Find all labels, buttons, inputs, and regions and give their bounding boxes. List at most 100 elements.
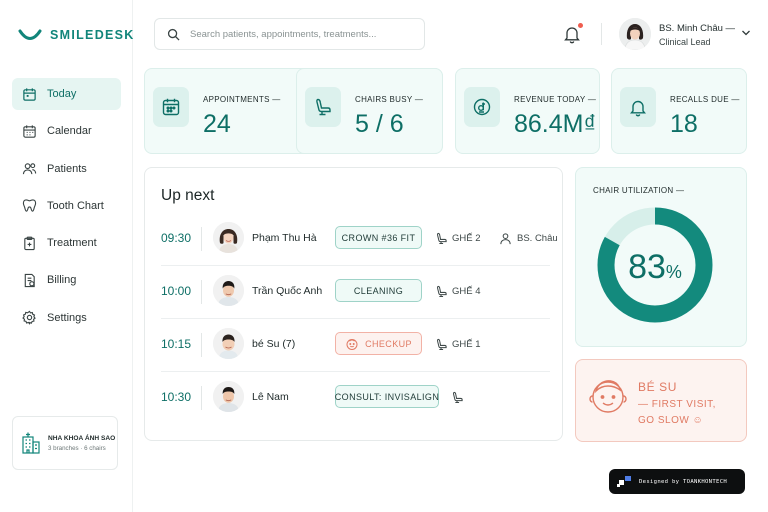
chair-utilization-card[interactable]: CHAIR UTILIZATION — 83%	[575, 167, 747, 347]
sidebar-item-label: Treatment	[47, 237, 97, 250]
man-portrait-icon	[213, 381, 244, 412]
dong-coin-icon	[473, 98, 491, 116]
chair-assignment: GHẾ 4	[435, 285, 481, 298]
sidebar-item-label: Billing	[47, 274, 77, 287]
stat-label: CHAIRS BUSY —	[355, 95, 424, 104]
dental-chair-icon	[437, 338, 447, 351]
treatment-tag[interactable]: CONSULT: INVISALIGN	[335, 385, 439, 408]
chevron-down-icon[interactable]	[741, 29, 751, 37]
user-name: BS. Minh Châu —	[659, 23, 736, 34]
treatment-tag[interactable]: CLEANING	[335, 279, 422, 302]
stat-card-recalls[interactable]: RECALLS DUE — 18	[611, 68, 747, 154]
sidebar-item-today[interactable]: Today	[12, 78, 121, 110]
brand-name: SMILEDESK	[50, 28, 135, 42]
brand-logo[interactable]: SMILEDESK	[18, 28, 135, 42]
patient-name: Trần Quốc Anh	[252, 285, 323, 297]
billing-icon	[24, 273, 35, 288]
sidebar-item-label: Patients	[47, 162, 87, 175]
sidebar-item-patients[interactable]: Patients	[12, 153, 121, 185]
chair-assignment	[451, 391, 468, 404]
stat-label: REVENUE TODAY —	[514, 95, 597, 104]
utilization-unit: %	[665, 262, 682, 282]
clipboard-icon	[24, 236, 35, 250]
branch-card[interactable]: NHA KHOA ÁNH SAO 3 branches · 6 chairs	[12, 416, 118, 470]
appointment-row[interactable]: 09:30 Phạm Thu Hà CROWN #36 FIT GHẾ 2 BS…	[161, 213, 558, 265]
chair-assignment: GHẾ 1	[435, 338, 481, 351]
appointment-time: 10:15	[161, 337, 192, 351]
utilization-label: CHAIR UTILIZATION —	[593, 186, 685, 195]
stat-label: APPOINTMENTS —	[203, 95, 281, 104]
search-input[interactable]	[190, 28, 410, 40]
calendar-today-icon	[23, 87, 36, 101]
branch-info: NHA KHOA ÁNH SAO 3 branches · 6 chairs	[48, 435, 115, 452]
note-text-line-1: — FIRST VISIT,	[638, 399, 716, 410]
search-box[interactable]	[154, 18, 425, 50]
bell-icon	[630, 100, 646, 117]
chair-assignment: GHẾ 2	[435, 232, 481, 245]
user-role: Clinical Lead	[659, 37, 711, 47]
sidebar-item-label: Today	[47, 88, 77, 100]
stat-icon-wrap	[153, 87, 189, 127]
sidebar-item-tooth-chart[interactable]: Tooth Chart	[12, 190, 121, 222]
dental-chair-icon	[316, 98, 331, 116]
stat-label: RECALLS DUE —	[670, 95, 740, 104]
row-divider	[201, 227, 202, 251]
dental-chair-icon	[437, 232, 447, 245]
branch-name: NHA KHOA ÁNH SAO	[48, 434, 116, 442]
appointment-row[interactable]: 10:15 bé Su (7) CHECKUP GHẾ 1	[161, 319, 551, 371]
stat-card-chairs[interactable]: CHAIRS BUSY — 5 / 6	[296, 68, 443, 154]
woman-portrait-icon	[213, 222, 244, 253]
user-avatar[interactable]	[619, 18, 651, 50]
row-divider	[201, 386, 202, 410]
calendar-icon	[23, 125, 36, 138]
utilization-value: 83%	[596, 248, 714, 287]
child-face-icon	[346, 338, 358, 350]
branch-sub: 3 branches · 6 chairs	[48, 444, 106, 452]
sidebar-item-label: Tooth Chart	[47, 199, 104, 212]
sidebar-item-treatment[interactable]: Treatment	[12, 227, 121, 259]
dental-chair-icon	[453, 391, 463, 404]
sidebar-item-calendar[interactable]: Calendar	[12, 115, 121, 147]
credit-text: Designed by TOANKHONTECH	[639, 478, 728, 485]
sidebar-item-billing[interactable]: Billing	[12, 264, 121, 296]
appointment-row[interactable]: 10:30 Lê Nam CONSULT: INVISALIGN	[161, 372, 551, 424]
doctor-assignment: BS. Châu	[499, 232, 558, 245]
search-icon	[167, 28, 180, 41]
patient-avatar	[213, 222, 244, 253]
sidebar: SMILEDESK Today Calendar Patients Tooth …	[0, 0, 133, 512]
doctor-portrait-icon	[619, 18, 651, 50]
appointment-time: 09:30	[161, 231, 192, 245]
user-icon	[500, 233, 511, 245]
patient-note-card[interactable]: BÉ SU — FIRST VISIT, GO SLOW ☺	[575, 359, 747, 442]
smile-logo-icon	[18, 29, 42, 40]
stat-value: 18	[670, 110, 698, 138]
treatment-tag-label: CHECKUP	[365, 338, 412, 349]
sidebar-nav: Today Calendar Patients Tooth Chart Trea…	[12, 78, 121, 339]
patient-name: Phạm Thu Hà	[252, 232, 317, 244]
child-portrait-icon	[213, 328, 244, 359]
patient-avatar	[213, 275, 244, 306]
calendar-grid-icon	[162, 98, 180, 116]
note-patient-name: BÉ SU	[638, 380, 678, 394]
sidebar-item-settings[interactable]: Settings	[12, 302, 121, 334]
header-divider	[601, 23, 602, 45]
patient-name: Lê Nam	[252, 391, 289, 403]
chair-label: GHẾ 4	[452, 286, 481, 297]
treatment-tag[interactable]: CROWN #36 FIT	[335, 226, 422, 249]
utilization-number: 83	[628, 248, 666, 286]
tooth-icon	[22, 199, 37, 213]
treatment-tag[interactable]: CHECKUP	[335, 332, 422, 355]
users-icon	[22, 163, 37, 175]
row-divider	[201, 333, 202, 357]
appointment-time: 10:30	[161, 390, 192, 404]
appointment-time: 10:00	[161, 284, 192, 298]
doctor-label: BS. Châu	[517, 233, 558, 244]
row-divider	[201, 280, 202, 304]
stat-card-revenue[interactable]: REVENUE TODAY — 86.4M₫	[455, 68, 600, 154]
designer-credit-badge[interactable]: Designed by TOANKHONTECH	[609, 469, 745, 494]
appointment-row[interactable]: 10:00 Trần Quốc Anh CLEANING GHẾ 4	[161, 266, 551, 318]
child-face-icon	[589, 380, 627, 413]
notification-dot	[578, 23, 583, 28]
man-portrait-icon	[213, 275, 244, 306]
stat-value: 86.4M₫	[514, 110, 597, 138]
